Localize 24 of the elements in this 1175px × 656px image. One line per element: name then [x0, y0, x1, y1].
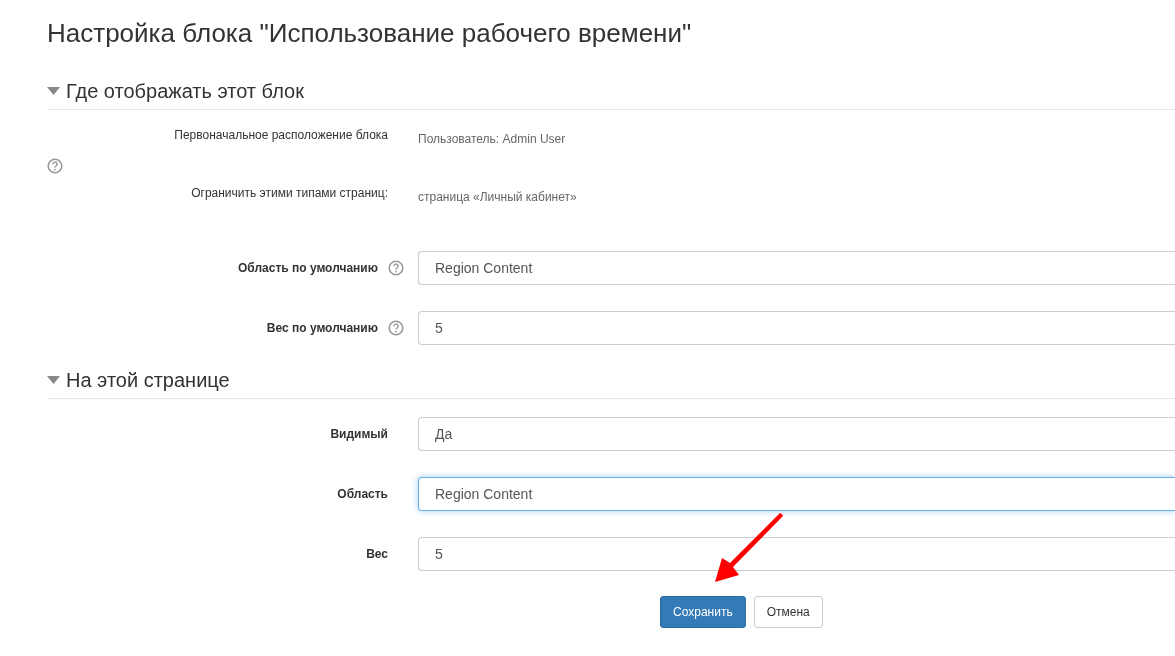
field-label: Вес по умолчанию: [266, 321, 378, 335]
caret-icon[interactable]: [47, 87, 60, 95]
field-label: Первоначальное расположение блока: [173, 128, 389, 142]
section-heading[interactable]: Где отображать этот блок: [66, 79, 304, 103]
input-field[interactable]: Да: [418, 417, 1175, 451]
cancel-button[interactable]: Отмена: [753, 596, 823, 628]
caret-icon[interactable]: [47, 376, 60, 384]
input-field[interactable]: Region Content: [418, 477, 1175, 511]
help-icon[interactable]: [388, 260, 404, 276]
input-field[interactable]: Region Content: [418, 251, 1175, 285]
help-icon[interactable]: [47, 158, 63, 174]
section-heading[interactable]: На этой странице: [66, 368, 230, 392]
page-title: Настройка блока "Использование рабочего времени": [47, 17, 693, 50]
input-field[interactable]: 5: [418, 311, 1175, 345]
field-label: Область: [337, 487, 388, 501]
field-label: Область по умолчанию: [237, 261, 378, 275]
static-value: страница «Личный кабинет»: [418, 189, 577, 204]
field-label: Ограничить этими типами страниц:: [190, 186, 389, 200]
field-label: Видимый: [330, 427, 388, 441]
save-button[interactable]: Сохранить: [660, 596, 746, 628]
static-value: Пользователь: Admin User: [418, 131, 566, 146]
field-label: Вес: [366, 547, 388, 561]
help-icon[interactable]: [388, 320, 404, 336]
input-field[interactable]: 5: [418, 537, 1175, 571]
